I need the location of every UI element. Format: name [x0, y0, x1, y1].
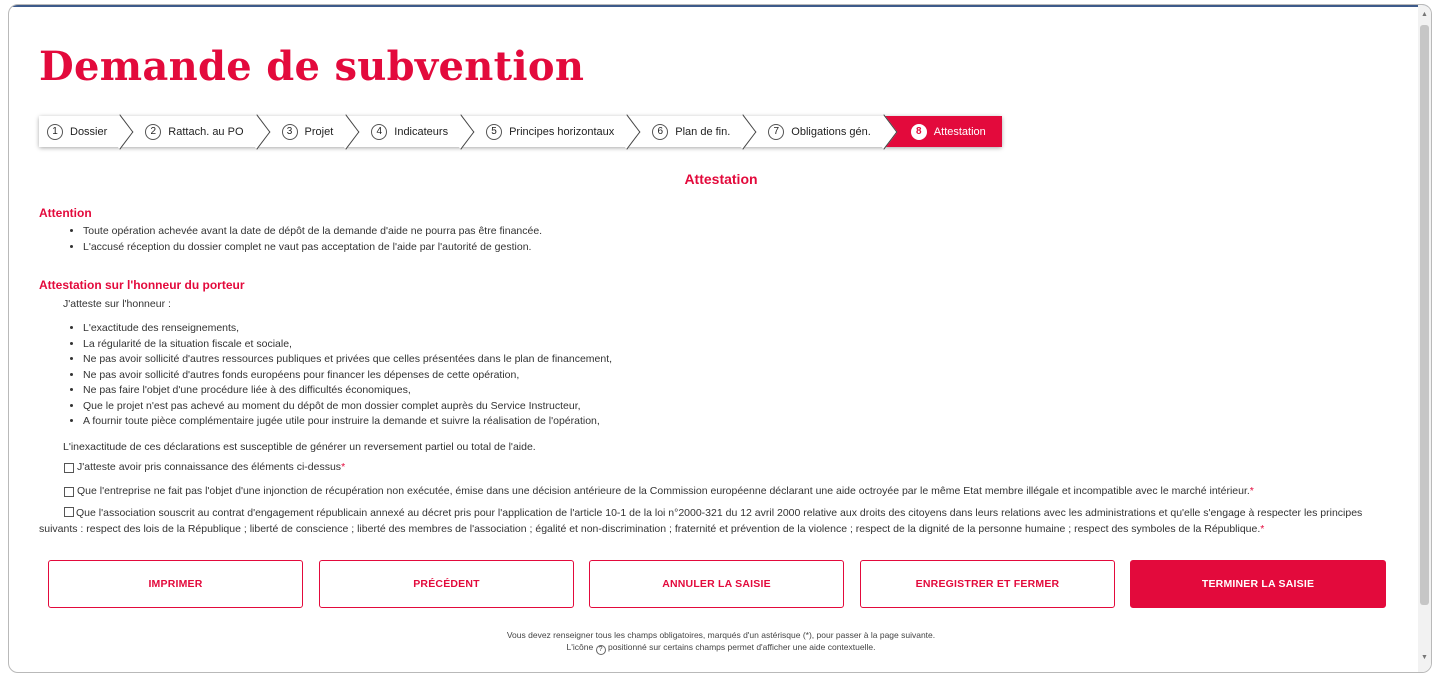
association-check-label: Que l'association souscrit au contrat d'… — [39, 507, 1363, 535]
list-item: Que le projet n'est pas achevé au moment… — [83, 399, 612, 415]
scroll-up-arrow-icon[interactable]: ▲ — [1420, 11, 1429, 21]
step-plan-de-financement[interactable]: 6 Plan de fin. — [628, 116, 745, 147]
footer-help-text-start: L'icône — [566, 642, 594, 652]
step-label: Attestation — [933, 125, 986, 138]
list-item: L'exactitude des renseignements, — [83, 321, 612, 337]
scroll-thumb[interactable] — [1420, 25, 1429, 605]
step-obligations[interactable]: 7 Obligations gén. — [744, 116, 885, 147]
step-label: Dossier — [70, 125, 108, 138]
step-dossier[interactable]: 1 Dossier — [39, 116, 122, 147]
footer-help-note: L'icône ? positionné sur certains champs… — [9, 642, 1431, 655]
attestation-check-label: J'atteste avoir pris connaissance des él… — [77, 461, 342, 473]
save-and-close-button[interactable]: ENREGISTRER ET FERMER — [860, 560, 1115, 608]
step-label: Indicateurs — [394, 125, 449, 138]
step-rattachement[interactable]: 2 Rattach. au PO — [121, 116, 258, 147]
step-label: Obligations gén. — [791, 125, 871, 138]
scroll-down-arrow-icon[interactable]: ▼ — [1420, 654, 1429, 664]
step-attestation[interactable]: 8 Attestation — [884, 116, 1002, 147]
list-item: Toute opération achevée avant la date de… — [83, 224, 542, 240]
step-number: 5 — [486, 123, 503, 140]
step-label: Rattach. au PO — [168, 125, 244, 138]
required-asterisk: * — [341, 461, 346, 473]
step-indicateurs[interactable]: 4 Indicateurs — [347, 116, 463, 147]
step-projet[interactable]: 3 Projet — [257, 116, 348, 147]
step-number: 7 — [768, 123, 785, 140]
help-icon: ? — [595, 644, 606, 655]
print-button[interactable]: IMPRIMER — [48, 560, 303, 608]
previous-button[interactable]: PRÉCÉDENT — [319, 560, 574, 608]
attestation-check-row[interactable]: J'atteste avoir pris connaissance des él… — [64, 461, 345, 473]
wizard-stepper: 1 Dossier 2 Rattach. au PO 3 Projet 4 In… — [39, 116, 1002, 147]
warning-text: L'inexactitude de ces déclarations est s… — [63, 441, 536, 453]
section-title: Attestation — [684, 171, 758, 187]
footer-required-note: Vous devez renseigner tous les champs ob… — [506, 630, 936, 640]
list-item: L'accusé réception du dossier complet ne… — [83, 240, 542, 256]
honneur-heading: Attestation sur l'honneur du porteur — [39, 278, 245, 292]
association-check-row[interactable]: Que l'association souscrit au contrat d'… — [39, 505, 1399, 537]
injonction-check-row[interactable]: Que l'entreprise ne fait pas l'objet d'u… — [64, 485, 1254, 497]
step-number: 4 — [371, 123, 388, 140]
page-title: Demande de subvention — [39, 43, 585, 90]
list-item: Ne pas faire l'objet d'une procédure lié… — [83, 383, 612, 399]
list-item: La régularité de la situation fiscale et… — [83, 337, 612, 353]
step-number: 8 — [910, 123, 927, 140]
step-number: 6 — [652, 123, 669, 140]
step-number: 2 — [145, 123, 162, 140]
step-label: Plan de fin. — [675, 125, 731, 138]
list-item: Ne pas avoir sollicité d'autres fonds eu… — [83, 368, 612, 384]
required-asterisk: * — [1249, 485, 1254, 497]
finish-entry-button[interactable]: TERMINER LA SAISIE — [1130, 560, 1386, 608]
step-number: 3 — [281, 123, 298, 140]
attestation-checkbox[interactable] — [64, 463, 74, 473]
injonction-check-label: Que l'entreprise ne fait pas l'objet d'u… — [77, 485, 1250, 497]
step-label: Principes horizontaux — [509, 125, 615, 138]
list-item: Ne pas avoir sollicité d'autres ressourc… — [83, 352, 612, 368]
attention-heading: Attention — [39, 206, 92, 220]
required-asterisk: * — [1260, 523, 1265, 535]
honneur-intro: J'atteste sur l'honneur : — [63, 298, 171, 310]
footer-help-text-end: positionné sur certains champs permet d'… — [607, 642, 876, 652]
injonction-checkbox[interactable] — [64, 487, 74, 497]
list-item: A fournir toute pièce complémentaire jug… — [83, 414, 612, 430]
browser-window: Demande de subvention 1 Dossier 2 Rattac… — [8, 4, 1432, 673]
vertical-scrollbar[interactable]: ▲ ▼ — [1418, 5, 1431, 672]
attention-list: Toute opération achevée avant la date de… — [83, 224, 542, 255]
step-number: 1 — [47, 123, 63, 140]
honneur-list: L'exactitude des renseignements, La régu… — [83, 321, 612, 430]
step-principes-horizontaux[interactable]: 5 Principes horizontaux — [462, 116, 629, 147]
cancel-entry-button[interactable]: ANNULER LA SAISIE — [589, 560, 844, 608]
association-checkbox[interactable] — [64, 507, 74, 517]
window-top-border — [9, 5, 1431, 7]
step-label: Projet — [304, 125, 334, 138]
